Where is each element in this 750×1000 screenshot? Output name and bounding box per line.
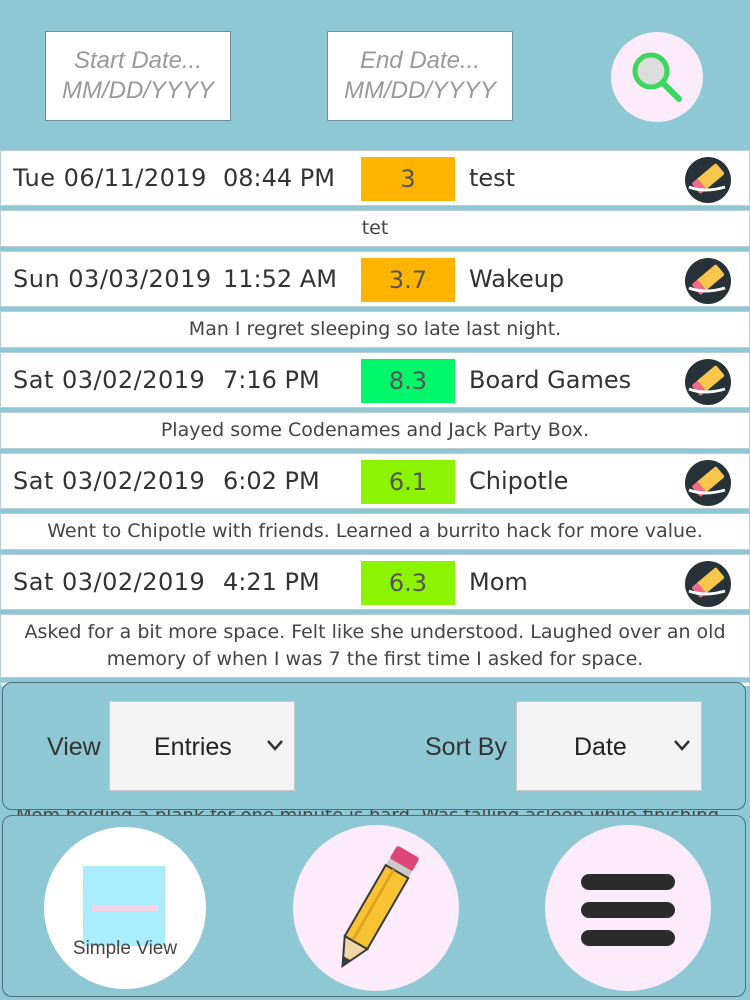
entry-note: Played some Codenames and Jack Party Box…: [0, 412, 750, 449]
edit-entry-button[interactable]: [685, 157, 731, 203]
filter-bar: View Entries Sort By Date: [2, 682, 746, 810]
end-date-format: MM/DD/YYYY: [343, 77, 496, 104]
entry-title: Chipotle: [469, 467, 569, 495]
entry-score: 6.3: [361, 561, 455, 605]
entry-date: Sat 03/02/2019: [13, 568, 206, 596]
entry-item[interactable]: Sat 03/02/2019 7:16 PM 8.3 Board Games Playe…: [0, 352, 750, 453]
entry-row[interactable]: Sat 03/02/2019 7:16 PM 8.3 Board Games: [0, 352, 750, 408]
entry-score: 6.1: [361, 460, 455, 504]
entry-time: 11:52 AM: [223, 265, 337, 293]
entry-date: Tue 06/11/2019: [13, 164, 207, 192]
entry-time: 7:16 PM: [223, 366, 320, 394]
entry-row[interactable]: Tue 06/11/2019 08:44 PM 3 test: [0, 150, 750, 206]
view-select-value: Entries: [154, 733, 232, 761]
entry-row[interactable]: Sat 03/02/2019 4:21 PM 6.3 Mom: [0, 554, 750, 610]
end-date-placeholder: End Date...: [359, 47, 481, 74]
entry-note: tet: [0, 210, 750, 247]
search-button[interactable]: [611, 32, 703, 122]
simple-view-icon-bar: [92, 905, 158, 911]
new-entry-button[interactable]: [293, 825, 459, 991]
sort-select[interactable]: Date: [516, 701, 702, 791]
edit-entry-button[interactable]: [685, 359, 731, 405]
simple-view-label: Simple View: [72, 938, 178, 959]
sort-by-label: Sort By: [425, 733, 507, 761]
entry-date: Sun 03/03/2019: [13, 265, 212, 293]
sort-select-value: Date: [574, 733, 627, 761]
entry-time: 6:02 PM: [223, 467, 320, 495]
entry-score: 8.3: [361, 359, 455, 403]
entry-time: 4:21 PM: [223, 568, 320, 596]
start-date-placeholder: Start Date...: [73, 47, 203, 74]
entry-item[interactable]: Sun 03/03/2019 11:52 AM 3.7 Wakeup Man I reg…: [0, 251, 750, 352]
chevron-down-icon: [267, 740, 283, 751]
entry-item[interactable]: Sat 03/02/2019 4:21 PM 6.3 Mom Asked for a b…: [0, 554, 750, 682]
eraser-pencil-icon: [685, 561, 731, 613]
edit-entry-button[interactable]: [685, 258, 731, 304]
entry-title: test: [469, 164, 516, 192]
entry-title: Wakeup: [469, 265, 565, 293]
simple-view-button[interactable]: Simple View: [44, 827, 206, 989]
entry-row[interactable]: Sat 03/02/2019 6:02 PM 6.1 Chipotle: [0, 453, 750, 509]
entries-list[interactable]: Tue 06/11/2019 08:44 PM 3 test tet Sun 03/03/…: [0, 150, 750, 686]
entry-score: 3: [361, 157, 455, 201]
entry-score: 3.7: [361, 258, 455, 302]
entry-date: Sat 03/02/2019: [13, 467, 206, 495]
entry-time: 08:44 PM: [223, 164, 335, 192]
menu-button[interactable]: [545, 825, 711, 991]
chevron-down-icon: [674, 740, 690, 751]
entry-item[interactable]: Tue 06/11/2019 08:44 PM 3 test tet: [0, 150, 750, 251]
start-date-format: MM/DD/YYYY: [61, 77, 214, 104]
entry-note: Asked for a bit more space. Felt like sh…: [0, 614, 750, 678]
entry-row[interactable]: Sun 03/03/2019 11:52 AM 3.7 Wakeup: [0, 251, 750, 307]
entry-item[interactable]: Sat 03/02/2019 6:02 PM 6.1 Chipotle Went to …: [0, 453, 750, 554]
end-date-input[interactable]: End Date... MM/DD/YYYY: [327, 31, 513, 121]
pencil-icon: [341, 846, 419, 969]
entry-title: Mom: [469, 568, 528, 596]
search-icon: [632, 52, 682, 102]
eraser-pencil-icon: [685, 359, 731, 411]
bottom-nav: Simple View: [2, 815, 746, 997]
eraser-pencil-icon: [685, 258, 731, 310]
start-date-input[interactable]: Start Date... MM/DD/YYYY: [45, 31, 231, 121]
view-label: View: [47, 733, 101, 761]
eraser-pencil-icon: [685, 157, 731, 209]
entry-note: Went to Chipotle with friends. Learned a…: [0, 513, 750, 550]
entry-date: Sat 03/02/2019: [13, 366, 206, 394]
entry-title: Board Games: [469, 366, 632, 394]
edit-entry-button[interactable]: [685, 460, 731, 506]
search-header: Start Date... MM/DD/YYYY End Date... MM/…: [0, 0, 750, 148]
view-select[interactable]: Entries: [109, 701, 295, 791]
entry-note: Man I regret sleeping so late last night…: [0, 311, 750, 348]
edit-entry-button[interactable]: [685, 561, 731, 607]
eraser-pencil-icon: [685, 460, 731, 512]
